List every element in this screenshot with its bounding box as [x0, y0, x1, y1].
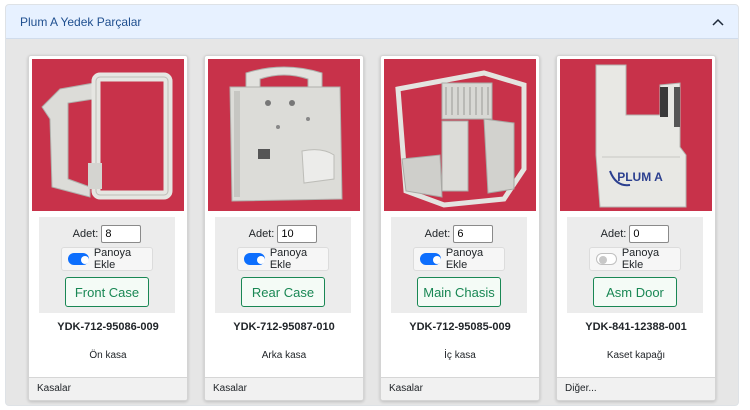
quantity-input[interactable]: [101, 225, 142, 243]
plum-a-logo-text: PLUM A: [617, 170, 663, 184]
category-footer[interactable]: Kasalar: [29, 377, 187, 400]
add-to-panel-toggle[interactable]: Panoya Ekle: [237, 247, 329, 271]
toggle-switch[interactable]: [420, 253, 441, 265]
add-to-panel-label: Panoya Ekle: [621, 247, 660, 271]
accordion-title: Plum A Yedek Parçalar: [20, 14, 142, 29]
card-controls: Adet: Panoya Ekle Asm Door: [567, 217, 703, 313]
quantity-input[interactable]: [453, 225, 494, 243]
add-to-panel-label: Panoya Ekle: [445, 247, 484, 271]
quantity-label: Adet:: [424, 228, 451, 240]
add-to-panel-toggle[interactable]: Panoya Ekle: [413, 247, 505, 271]
product-card: Adet: Panoya Ekle Front Case YDK-712-950…: [28, 55, 188, 401]
product-card: Adet: Panoya Ekle Main Chasis YDK-712-95…: [380, 55, 540, 401]
card-controls: Adet: Panoya Ekle Front Case: [39, 217, 175, 313]
part-description: İç kasa: [444, 350, 476, 361]
product-card: Adet: Panoya Ekle Rear Case YDK-712-9508…: [204, 55, 364, 401]
add-to-panel-toggle[interactable]: Panoya Ekle: [61, 247, 153, 271]
asm-door-photo: PLUM A: [560, 59, 712, 211]
card-controls: Adet: Panoya Ekle Main Chasis: [391, 217, 527, 313]
quantity-label: Adet:: [600, 228, 627, 240]
part-description: Arka kasa: [261, 350, 307, 361]
product-card: PLUM A Adet: Panoya Ekle Asm Door YDK-84…: [556, 55, 716, 401]
main-chasis-photo: [384, 59, 536, 211]
part-description: Ön kasa: [89, 350, 127, 361]
part-code: YDK-712-95085-009: [409, 321, 511, 333]
category-footer[interactable]: Kasalar: [205, 377, 363, 400]
card-controls: Adet: Panoya Ekle Rear Case: [215, 217, 351, 313]
part-code: YDK-712-95086-009: [57, 321, 159, 333]
part-button[interactable]: Rear Case: [241, 277, 325, 307]
toggle-switch[interactable]: [68, 253, 89, 265]
chevron-up-icon[interactable]: [712, 18, 724, 26]
part-description: Kaset kapağı: [606, 350, 666, 361]
category-footer[interactable]: Diğer...: [557, 377, 715, 400]
add-to-panel-toggle[interactable]: Panoya Ekle: [589, 247, 681, 271]
rear-case-photo: [208, 59, 360, 211]
part-button[interactable]: Asm Door: [593, 277, 677, 307]
quantity-label: Adet:: [72, 228, 99, 240]
product-cards: Adet: Panoya Ekle Front Case YDK-712-950…: [28, 55, 716, 401]
quantity-label: Adet:: [248, 228, 275, 240]
front-case-photo: [32, 59, 184, 211]
part-code: YDK-712-95087-010: [233, 321, 335, 333]
quantity-input[interactable]: [277, 225, 318, 243]
quantity-input[interactable]: [629, 225, 670, 243]
spare-parts-accordion: Plum A Yedek Parçalar Adet: 8 Panoya Ekl…: [5, 4, 739, 406]
accordion-header[interactable]: Plum A Yedek Parçalar: [6, 5, 738, 39]
part-button[interactable]: Main Chasis: [417, 277, 501, 307]
toggle-switch[interactable]: [596, 253, 617, 265]
part-button[interactable]: Front Case: [65, 277, 149, 307]
toggle-switch[interactable]: [244, 253, 265, 265]
add-to-panel-label: Panoya Ekle: [93, 247, 132, 271]
part-code: YDK-841-12388-001: [585, 321, 687, 333]
category-footer[interactable]: Kasalar: [381, 377, 539, 400]
add-to-panel-label: Panoya Ekle: [269, 247, 308, 271]
